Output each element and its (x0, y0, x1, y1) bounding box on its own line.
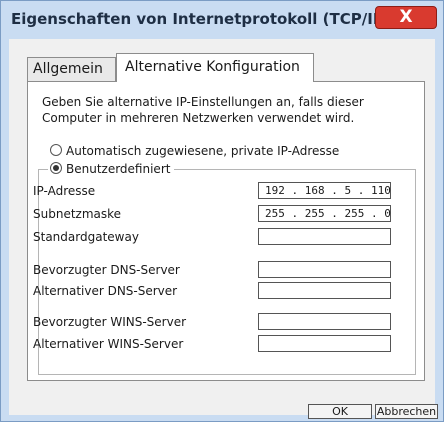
tab-alternative-konfiguration[interactable]: Alternative Konfiguration (116, 53, 314, 82)
alternate-wins-label: Alternativer WINS-Server (33, 337, 184, 351)
alternate-dns-label: Alternativer DNS-Server (33, 284, 178, 298)
dialog-body: Allgemein Alternative Konfiguration Gebe… (9, 39, 435, 415)
alternate-wins-input[interactable] (258, 335, 391, 352)
radio-automatic[interactable] (50, 144, 62, 156)
default-gateway-label: Standardgateway (33, 230, 139, 244)
preferred-wins-label: Bevorzugter WINS-Server (33, 315, 187, 329)
ip-address-input[interactable]: 192 . 168 . 5 . 110 (258, 182, 391, 199)
description-text: Geben Sie alternative IP-Einstellungen a… (42, 95, 364, 125)
custom-label: Benutzerdefiniert (66, 162, 171, 176)
tab-allgemein[interactable]: Allgemein (27, 57, 116, 82)
automatic-ip-option[interactable]: Automatisch zugewiesene, private IP-Adre… (50, 144, 339, 158)
preferred-dns-input[interactable] (258, 261, 391, 278)
radio-custom[interactable] (50, 162, 62, 174)
subnet-mask-input[interactable]: 255 . 255 . 255 . 0 (258, 205, 391, 222)
window-title: Eigenschaften von Internetprotokoll (TCP… (11, 10, 391, 28)
default-gateway-input[interactable] (258, 228, 391, 245)
custom-option[interactable]: Benutzerdefiniert (48, 162, 175, 176)
ok-button[interactable]: OK (308, 404, 372, 419)
automatic-ip-label: Automatisch zugewiesene, private IP-Adre… (66, 144, 340, 158)
close-button[interactable]: X (375, 6, 437, 29)
preferred-dns-label: Bevorzugter DNS-Server (33, 263, 180, 277)
subnet-mask-label: Subnetzmaske (33, 207, 122, 221)
tcpip-properties-dialog: Eigenschaften von Internetprotokoll (TCP… (0, 0, 444, 422)
title-bar[interactable]: Eigenschaften von Internetprotokoll (TCP… (1, 1, 443, 39)
cancel-button[interactable]: Abbrechen (375, 404, 438, 419)
alternate-dns-input[interactable] (258, 282, 391, 299)
ip-address-label: IP-Adresse (33, 184, 96, 198)
preferred-wins-input[interactable] (258, 313, 391, 330)
